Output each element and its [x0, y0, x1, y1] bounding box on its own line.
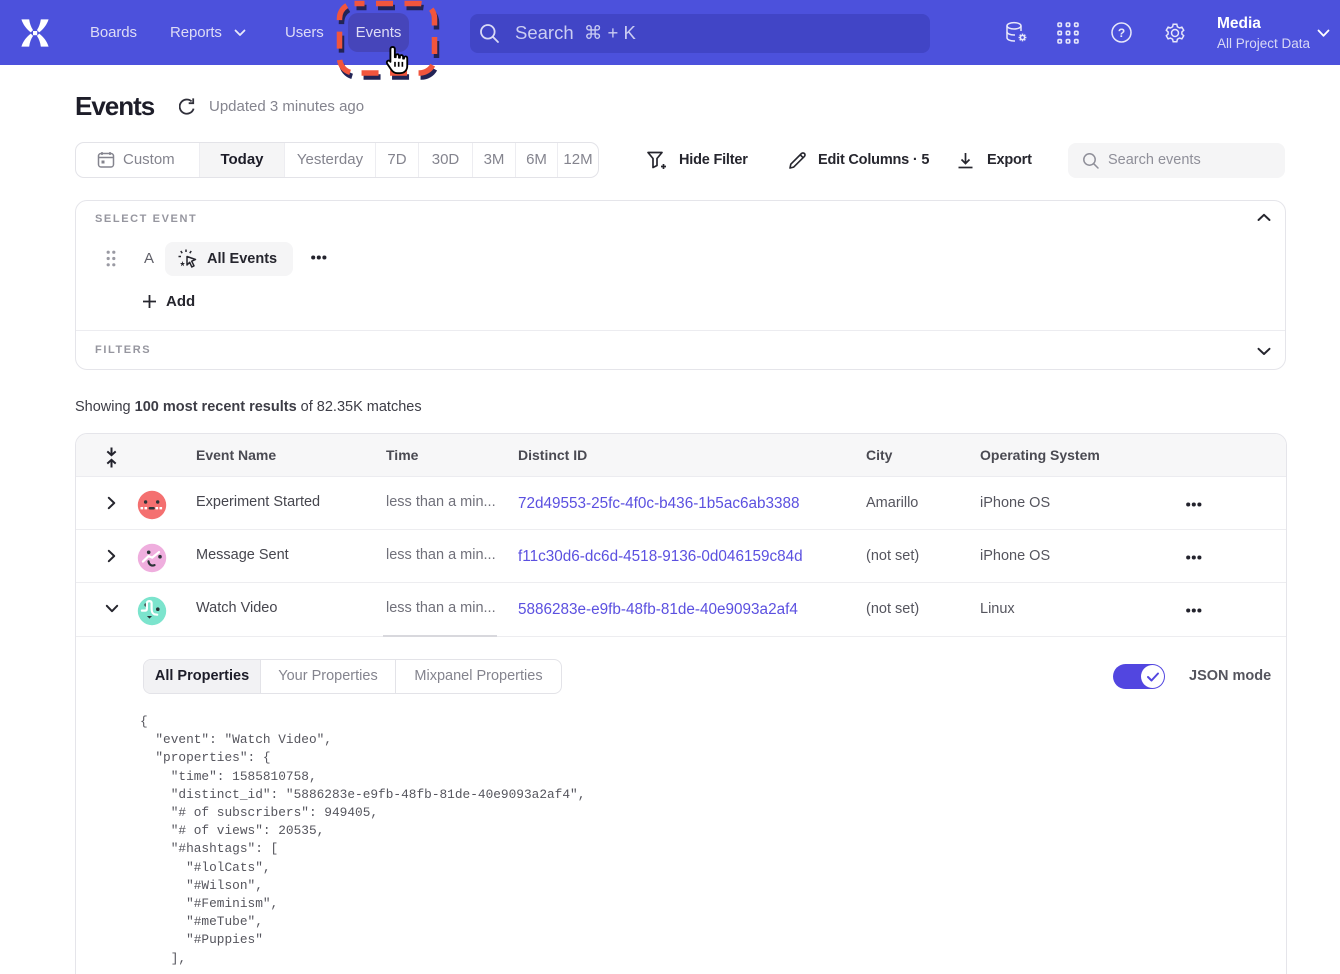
svg-text:?: ?	[1118, 26, 1125, 40]
